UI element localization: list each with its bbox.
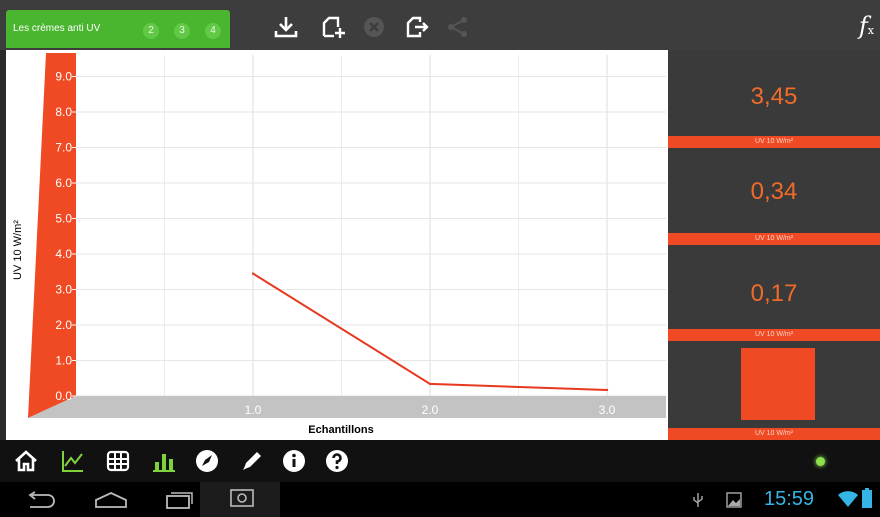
graph-panel[interactable]: 0.0 1.0 2.0 3.0 4.0 5.0 6.0 7.0 8.0 9.0 1.0 2.0 3.0 E…: [6, 50, 668, 440]
readout-unit-3: UV 10 W/m²: [668, 329, 880, 341]
download-icon[interactable]: [273, 14, 299, 40]
readout-panel: 3,45 UV 10 W/m² 0,34 UV 10 W/m² 0,17 UV …: [668, 50, 880, 440]
back-icon[interactable]: [26, 491, 56, 509]
cancel-icon[interactable]: [361, 14, 387, 40]
tab-4[interactable]: 4: [205, 23, 221, 39]
help-icon[interactable]: [325, 449, 349, 473]
top-toolbar: Les crèmes anti UV 2 3 4 fx: [0, 0, 880, 50]
readout-indicator: [741, 348, 815, 420]
readout-value-1: 3,45: [750, 83, 798, 110]
battery-icon: [862, 488, 872, 508]
formula-subscript: x: [867, 24, 874, 37]
line-chart: 0.0 1.0 2.0 3.0 4.0 5.0 6.0 7.0 8.0 9.0 1.0 2.0 3.0 E…: [12, 53, 666, 436]
experiment-title: Les crèmes anti UV: [13, 23, 101, 34]
bottom-toolbar: [0, 440, 880, 482]
bar-chart-icon[interactable]: [152, 449, 176, 473]
y-axis-title: UV 10 W/m²: [12, 220, 24, 280]
y-tick-label: 6.0: [55, 176, 72, 190]
experiment-tab[interactable]: Les crèmes anti UV 2 3 4: [6, 10, 230, 48]
formula-button[interactable]: fx: [859, 12, 874, 40]
share-icon[interactable]: [445, 14, 471, 40]
formula-symbol: f: [858, 12, 868, 40]
readout-value-2: 0,34: [750, 178, 798, 205]
readout-unit-4: UV 10 W/m²: [668, 428, 880, 440]
recent-apps-icon[interactable]: [164, 490, 194, 510]
home-icon[interactable]: [14, 449, 38, 473]
export-icon[interactable]: [404, 14, 430, 40]
status-clock: 15:59: [764, 488, 815, 510]
y-tick-label: 4.0: [55, 247, 72, 261]
line-chart-icon[interactable]: [61, 449, 85, 473]
y-tick-label: 3.0: [55, 283, 72, 297]
tab-3[interactable]: 3: [174, 23, 190, 39]
readout-value-3: 0,17: [750, 280, 798, 307]
wifi-icon: [838, 491, 858, 507]
readout-unit-2: UV 10 W/m²: [668, 233, 880, 245]
y-tick-label: 9.0: [55, 70, 72, 84]
table-icon[interactable]: [106, 449, 130, 473]
x-tick-label: 1.0: [245, 403, 262, 417]
x-axis-floor: [28, 396, 666, 418]
home-nav-icon[interactable]: [94, 491, 128, 509]
readout-unit-1: UV 10 W/m²: [668, 136, 880, 148]
new-file-icon[interactable]: [320, 14, 346, 40]
x-tick-label: 2.0: [422, 403, 439, 417]
compass-icon[interactable]: [195, 449, 219, 473]
pen-icon[interactable]: [240, 449, 264, 473]
y-tick-label: 7.0: [55, 141, 72, 155]
y-tick-label: 5.0: [55, 212, 72, 226]
usb-icon: [693, 493, 703, 507]
y-tick-label: 1.0: [55, 354, 72, 368]
data-point: [251, 272, 255, 275]
x-tick-label: 3.0: [599, 403, 616, 417]
data-point: [428, 382, 432, 386]
system-nav-bar: 15:59: [0, 482, 880, 517]
y-tick-label: 0.0: [55, 389, 72, 403]
y-tick-label: 8.0: [55, 105, 72, 119]
connection-led: [816, 457, 825, 466]
data-point: [605, 388, 609, 392]
x-axis-title: Echantillons: [308, 424, 373, 436]
info-icon[interactable]: [282, 449, 306, 473]
gallery-icon: [726, 492, 742, 508]
screenshot-icon[interactable]: [200, 482, 280, 517]
tab-2[interactable]: 2: [143, 23, 159, 39]
y-tick-label: 2.0: [55, 318, 72, 332]
